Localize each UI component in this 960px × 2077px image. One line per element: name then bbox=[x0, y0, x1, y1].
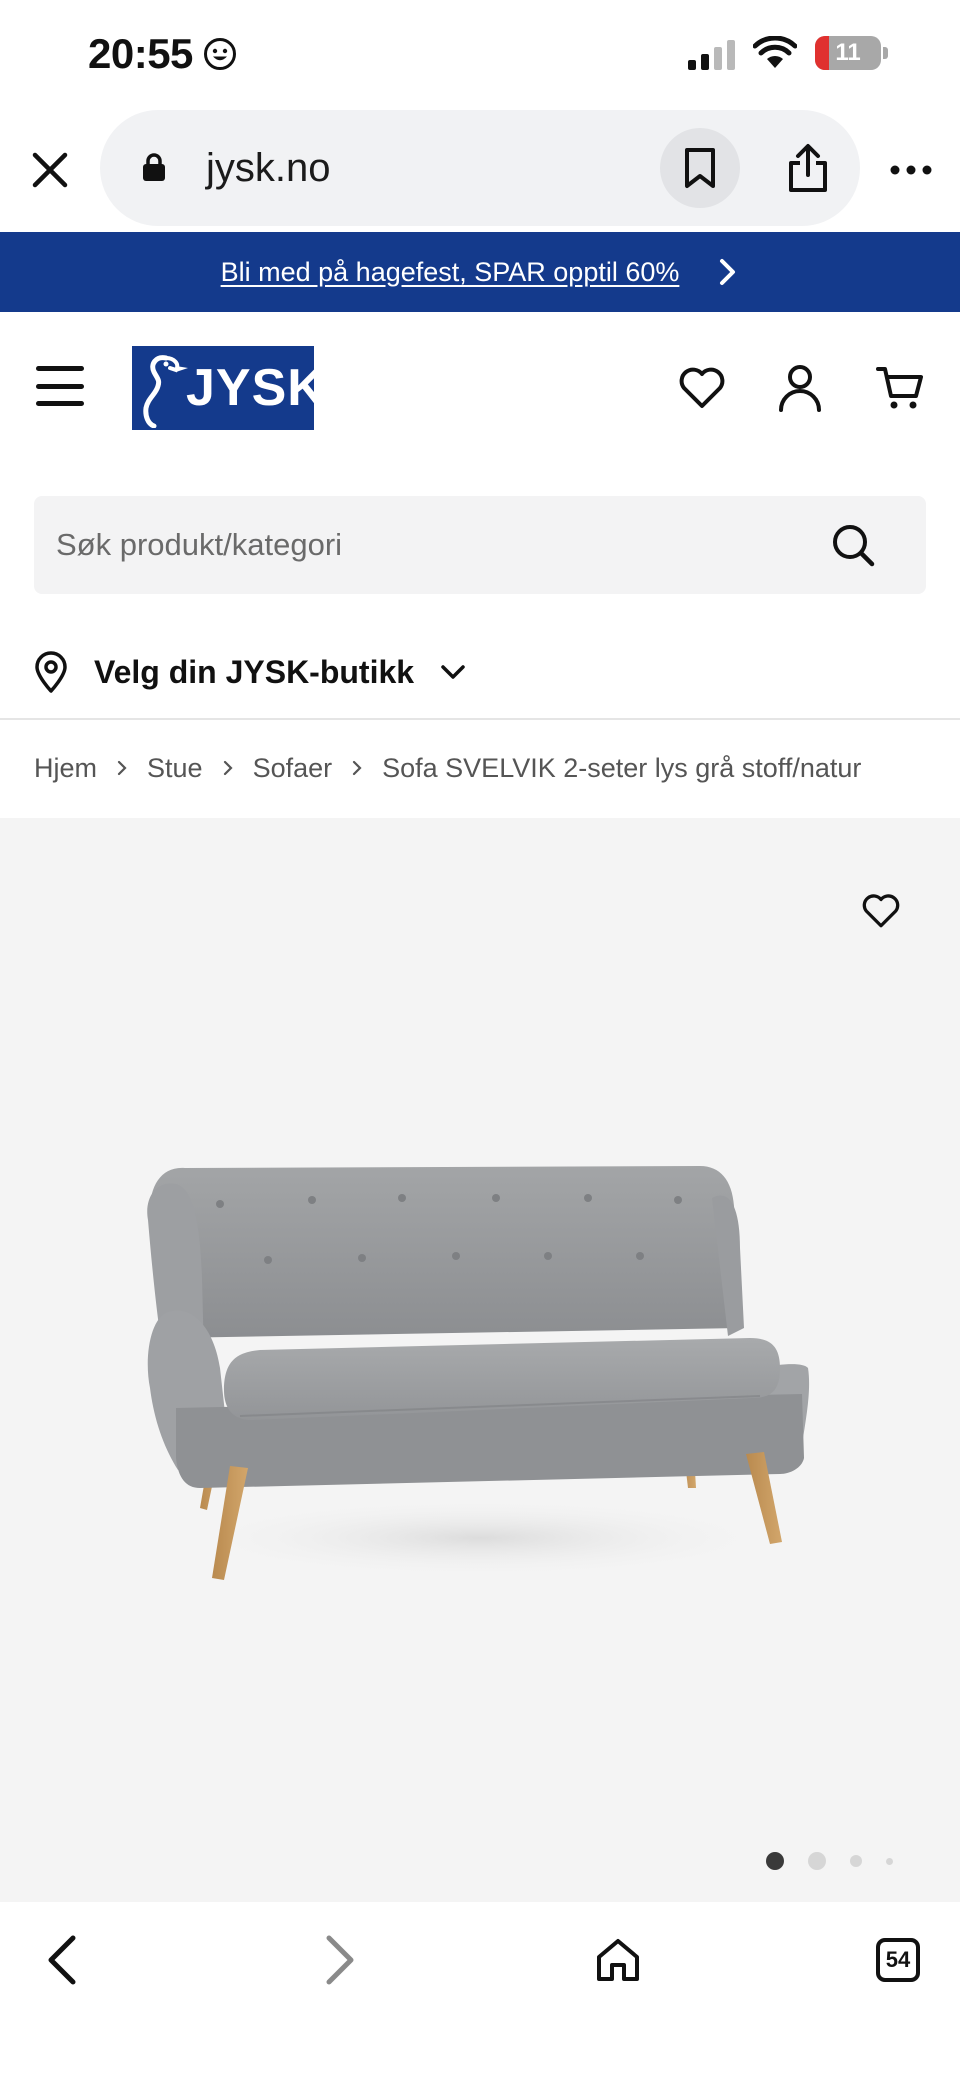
product-image-gallery[interactable] bbox=[0, 818, 960, 1902]
tabs-button[interactable]: 54 bbox=[862, 1926, 934, 1994]
more-menu-button[interactable] bbox=[888, 150, 934, 190]
store-label: Velg din JYSK-butikk bbox=[94, 653, 415, 690]
address-field[interactable]: jysk.no bbox=[100, 110, 860, 226]
bookmark-icon bbox=[685, 148, 715, 188]
lock-icon bbox=[143, 153, 165, 181]
jysk-logo[interactable]: JYSK bbox=[132, 346, 325, 430]
tabs-count: 54 bbox=[885, 1947, 911, 1972]
bookmark-button[interactable] bbox=[660, 128, 740, 208]
logo-text: JYSK bbox=[186, 359, 326, 417]
breadcrumb-current: Sofa SVELVIK 2-seter lys grå stoff/natur bbox=[382, 752, 862, 783]
account-button[interactable] bbox=[774, 362, 826, 414]
home-icon bbox=[597, 1939, 639, 1981]
search-bar bbox=[34, 496, 926, 594]
cellular-signal-icon bbox=[688, 36, 735, 70]
cart-button[interactable] bbox=[874, 362, 926, 414]
gallery-dot[interactable] bbox=[850, 1855, 862, 1867]
search-icon bbox=[833, 525, 875, 567]
url-text: jysk.no bbox=[206, 146, 331, 190]
breadcrumb: Hjem Stue Sofaer Sofa SVELVIK 2-seter ly… bbox=[34, 746, 861, 790]
gallery-dot-active[interactable] bbox=[766, 1852, 784, 1870]
chevron-left-icon bbox=[48, 1935, 76, 1985]
search-button[interactable] bbox=[828, 520, 878, 570]
tabs-count-icon: 54 bbox=[876, 1938, 920, 1982]
chevron-down-icon bbox=[441, 665, 465, 679]
smiley-icon bbox=[203, 38, 236, 70]
heart-icon bbox=[862, 894, 900, 928]
status-bar: 20:55 11 bbox=[0, 0, 960, 110]
battery-icon: 11 bbox=[815, 36, 881, 70]
gallery-dot[interactable] bbox=[886, 1857, 893, 1865]
more-icon bbox=[890, 165, 932, 175]
close-icon bbox=[32, 152, 68, 188]
breadcrumb-sofaer[interactable]: Sofaer bbox=[253, 753, 333, 784]
breadcrumb-stue[interactable]: Stue bbox=[147, 753, 203, 784]
wishlist-button[interactable] bbox=[676, 362, 728, 414]
browser-url-bar: jysk.no bbox=[0, 110, 960, 232]
forward-button[interactable] bbox=[304, 1926, 376, 1994]
promo-link[interactable]: Bli med på hagefest, SPAR opptil 60% bbox=[221, 257, 680, 288]
share-button[interactable] bbox=[768, 128, 848, 208]
breadcrumb-home[interactable]: Hjem bbox=[34, 753, 97, 784]
site-header: JYSK bbox=[0, 312, 960, 462]
goose-logo-icon bbox=[143, 355, 188, 428]
promo-banner[interactable]: Bli med på hagefest, SPAR opptil 60% bbox=[0, 232, 960, 312]
share-icon bbox=[789, 144, 827, 192]
menu-button[interactable] bbox=[36, 366, 84, 406]
browser-toolbar: 54 bbox=[0, 1902, 960, 2077]
wifi-icon bbox=[753, 36, 797, 68]
chevron-right-icon bbox=[117, 760, 127, 776]
back-button[interactable] bbox=[26, 1926, 98, 1994]
gallery-dot[interactable] bbox=[808, 1852, 826, 1870]
chevron-right-icon bbox=[326, 1935, 354, 1985]
heart-icon bbox=[679, 367, 725, 408]
home-button[interactable] bbox=[582, 1926, 654, 1994]
add-to-wishlist-button[interactable] bbox=[856, 886, 906, 936]
product-image-sofa bbox=[147, 1166, 810, 1580]
chevron-right-icon bbox=[720, 259, 736, 285]
gallery-pagination bbox=[766, 1852, 893, 1870]
search-input[interactable] bbox=[56, 496, 816, 594]
status-indicators: 11 bbox=[688, 36, 888, 70]
hamburger-icon bbox=[36, 366, 84, 371]
chevron-right-icon bbox=[353, 760, 362, 776]
user-icon bbox=[779, 365, 821, 412]
chevron-right-icon bbox=[223, 760, 233, 776]
close-tab-button[interactable] bbox=[24, 144, 76, 196]
location-pin-icon bbox=[35, 651, 67, 693]
divider bbox=[0, 718, 960, 720]
status-time: 20:55 bbox=[88, 30, 237, 78]
battery-level: 11 bbox=[835, 39, 861, 66]
status-time-text: 20:55 bbox=[88, 30, 193, 77]
cart-icon bbox=[876, 367, 923, 409]
store-selector[interactable]: Velg din JYSK-butikk bbox=[34, 640, 466, 704]
